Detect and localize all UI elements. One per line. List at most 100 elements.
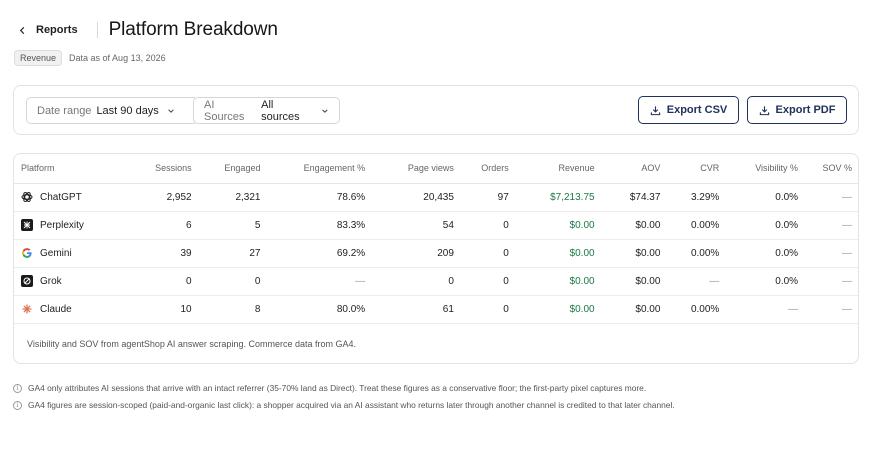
orders-cell: 0 bbox=[459, 267, 515, 296]
date-range-label: Date range bbox=[37, 104, 92, 117]
grok-icon bbox=[21, 275, 33, 287]
platform-cell: Gemini bbox=[14, 239, 104, 268]
export-csv-button[interactable]: Export CSV bbox=[638, 96, 739, 124]
column-header-visibility[interactable]: Visibility % bbox=[725, 154, 805, 184]
revenue-cell: $0.00 bbox=[514, 295, 601, 324]
date-range-select[interactable]: Date range Last 90 days bbox=[26, 97, 198, 124]
column-header-engagement[interactable]: Engagement % bbox=[266, 154, 372, 184]
visibility-cell: 0.0% bbox=[725, 183, 805, 212]
info-icon: i bbox=[13, 383, 22, 393]
platform-cell: Perplexity bbox=[14, 211, 104, 240]
export-pdf-label: Export PDF bbox=[775, 104, 836, 116]
sov-cell: — bbox=[804, 295, 858, 324]
download-icon bbox=[759, 105, 769, 115]
table-row: Gemini 39 27 69.2% 209 0 $0.00 $0.00 0.0… bbox=[14, 239, 858, 268]
export-pdf-button[interactable]: Export PDF bbox=[747, 96, 847, 124]
sov-cell: — bbox=[804, 267, 858, 296]
sessions-cell: 2,952 bbox=[103, 183, 198, 212]
page-views-cell: 61 bbox=[371, 295, 460, 324]
engagement-cell: 83.3% bbox=[266, 211, 372, 240]
engaged-cell: 2,321 bbox=[197, 183, 267, 212]
page-views-cell: 20,435 bbox=[371, 183, 460, 212]
table-footnote: Visibility and SOV from agentShop AI ans… bbox=[27, 338, 356, 349]
platform-name: ChatGPT bbox=[40, 191, 82, 203]
orders-cell: 97 bbox=[459, 183, 515, 212]
column-header-page-views[interactable]: Page views bbox=[371, 154, 460, 184]
table-row: Perplexity 6 5 83.3% 54 0 $0.00 $0.00 0.… bbox=[14, 211, 858, 240]
sessions-cell: 6 bbox=[103, 211, 198, 240]
note-item: i GA4 only attributes AI sessions that a… bbox=[13, 383, 675, 393]
column-header-sessions[interactable]: Sessions bbox=[103, 154, 198, 184]
claude-icon bbox=[21, 303, 33, 315]
back-to-reports-link[interactable]: Reports bbox=[18, 24, 78, 36]
platform-name: Perplexity bbox=[40, 219, 84, 231]
orders-cell: 0 bbox=[459, 295, 515, 324]
platform-cell: Claude bbox=[14, 295, 104, 324]
cvr-cell: 0.00% bbox=[666, 211, 726, 240]
header-divider bbox=[96, 22, 98, 38]
table-header-row: Platform Sessions Engaged Engagement % P… bbox=[14, 154, 858, 184]
aov-cell: $74.37 bbox=[600, 183, 667, 212]
revenue-cell: $0.00 bbox=[514, 211, 601, 240]
sov-cell: — bbox=[804, 239, 858, 268]
sessions-cell: 10 bbox=[103, 295, 198, 324]
column-header-engaged[interactable]: Engaged bbox=[197, 154, 267, 184]
visibility-cell: 0.0% bbox=[725, 267, 805, 296]
page-views-cell: 54 bbox=[371, 211, 460, 240]
ai-sources-select[interactable]: AI Sources All sources bbox=[193, 97, 340, 124]
platform-name: Claude bbox=[40, 303, 72, 315]
engaged-cell: 0 bbox=[197, 267, 267, 296]
column-header-sov[interactable]: SOV % bbox=[804, 154, 858, 184]
metric-badge: Revenue bbox=[14, 50, 63, 66]
platform-cell: Grok bbox=[14, 267, 104, 296]
back-label: Reports bbox=[36, 24, 78, 36]
platform-name: Gemini bbox=[40, 247, 72, 259]
gemini-icon bbox=[21, 247, 33, 259]
visibility-cell: 0.0% bbox=[725, 211, 805, 240]
perplexity-icon bbox=[21, 219, 33, 231]
platform-cell: ChatGPT bbox=[14, 183, 104, 212]
platform-table: Platform Sessions Engaged Engagement % P… bbox=[14, 154, 858, 324]
sessions-cell: 39 bbox=[103, 239, 198, 268]
export-csv-label: Export CSV bbox=[666, 104, 728, 116]
page-views-cell: 0 bbox=[371, 267, 460, 296]
sov-cell: — bbox=[804, 183, 858, 212]
engagement-cell: 80.0% bbox=[266, 295, 372, 324]
engagement-cell: — bbox=[266, 267, 372, 296]
platform-name: Grok bbox=[40, 275, 62, 287]
revenue-cell: $0.00 bbox=[514, 267, 601, 296]
engagement-cell: 78.6% bbox=[266, 183, 372, 212]
engaged-cell: 8 bbox=[197, 295, 267, 324]
cvr-cell: 0.00% bbox=[666, 239, 726, 268]
chevron-down-icon bbox=[168, 108, 174, 113]
filter-bar: Date range Last 90 days AI Sources All s… bbox=[13, 85, 859, 135]
date-range-value: Last 90 days bbox=[96, 104, 159, 117]
orders-cell: 0 bbox=[459, 239, 515, 268]
engaged-cell: 5 bbox=[197, 211, 267, 240]
page-meta: Revenue Data as of Aug 13, 2026 bbox=[14, 50, 166, 66]
column-header-revenue[interactable]: Revenue bbox=[514, 154, 601, 184]
note-text: GA4 figures are session-scoped (paid-and… bbox=[28, 400, 675, 410]
page-views-cell: 209 bbox=[371, 239, 460, 268]
sessions-cell: 0 bbox=[103, 267, 198, 296]
column-header-platform[interactable]: Platform bbox=[14, 154, 104, 184]
info-icon: i bbox=[13, 400, 22, 410]
table-row: Claude 10 8 80.0% 61 0 $0.00 $0.00 0.00%… bbox=[14, 295, 858, 324]
ai-sources-value: All sources bbox=[261, 98, 300, 123]
revenue-cell: $0.00 bbox=[514, 239, 601, 268]
chevron-left-icon bbox=[19, 26, 25, 34]
engaged-cell: 27 bbox=[197, 239, 267, 268]
platform-table-card: Platform Sessions Engaged Engagement % P… bbox=[13, 153, 859, 364]
column-header-orders[interactable]: Orders bbox=[459, 154, 515, 184]
cvr-cell: — bbox=[666, 267, 726, 296]
data-as-of: Data as of Aug 13, 2026 bbox=[69, 53, 166, 63]
ai-sources-label: AI Sources bbox=[204, 98, 245, 123]
sov-cell: — bbox=[804, 211, 858, 240]
column-header-aov[interactable]: AOV bbox=[600, 154, 667, 184]
cvr-cell: 3.29% bbox=[666, 183, 726, 212]
visibility-cell: 0.0% bbox=[725, 239, 805, 268]
aov-cell: $0.00 bbox=[600, 267, 667, 296]
column-header-cvr[interactable]: CVR bbox=[666, 154, 726, 184]
note-item: i GA4 figures are session-scoped (paid-a… bbox=[13, 400, 675, 410]
cvr-cell: 0.00% bbox=[666, 295, 726, 324]
